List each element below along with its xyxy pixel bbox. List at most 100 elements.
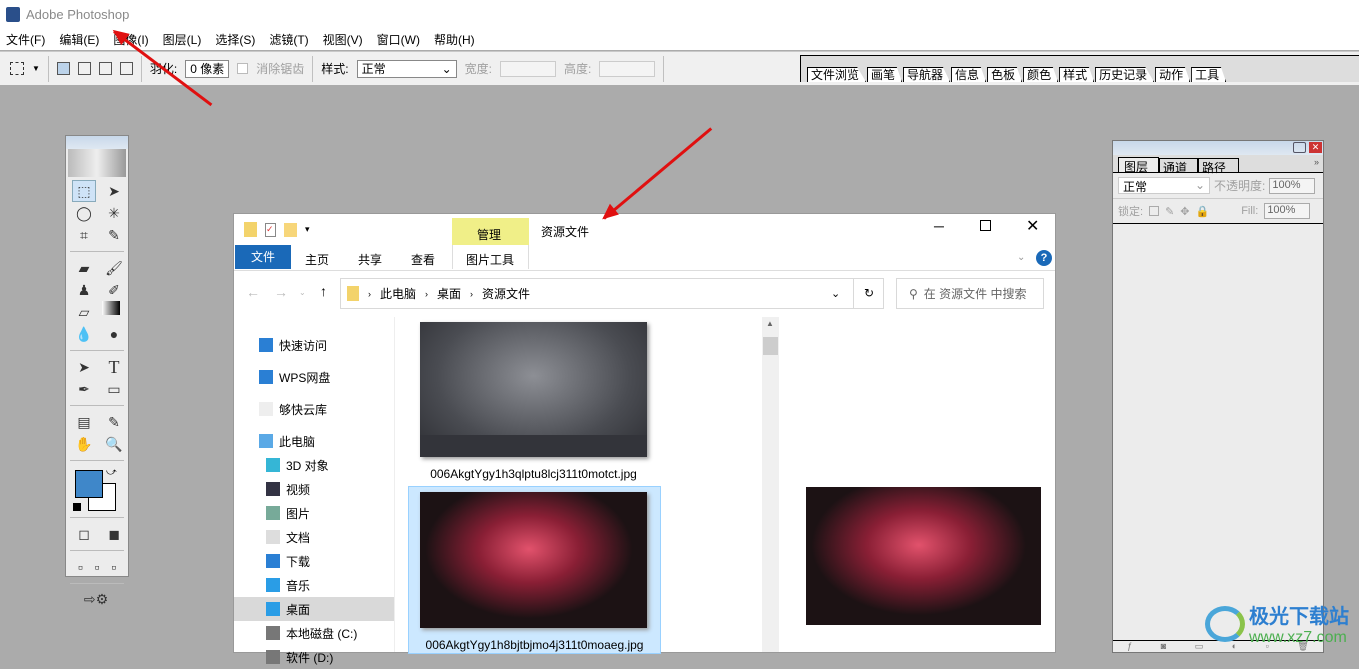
history-brush-icon[interactable]: ✐ [102, 279, 126, 301]
file-name[interactable]: 006AkgtYgy1h3qlptu8lcj311t0motct.jpg [420, 467, 647, 481]
feather-input[interactable]: 0 像素 [185, 59, 230, 78]
back-button[interactable]: ← [246, 284, 260, 300]
layer-style-icon[interactable]: ƒ [1127, 641, 1132, 652]
nav-item[interactable]: 软件 (D:) [234, 645, 394, 669]
type-tool-icon[interactable]: T [102, 356, 126, 378]
ribbon-tab-home[interactable]: 主页 [305, 251, 329, 268]
foreground-color-swatch[interactable] [75, 470, 103, 498]
quick-mask-icon[interactable]: ◼ [102, 523, 126, 545]
nav-item[interactable]: 视频 [234, 477, 394, 501]
selection-mode-add-icon[interactable] [77, 62, 91, 75]
minimize-button[interactable]: ─ [934, 218, 944, 234]
new-folder-icon[interactable] [284, 222, 297, 237]
well-tab-brushes[interactable]: 画笔 [867, 67, 903, 82]
selection-mode-intersect-icon[interactable] [119, 62, 133, 75]
slice-tool-icon[interactable]: ✎ [102, 224, 126, 246]
toolbox-titlebar[interactable] [66, 136, 128, 149]
well-tab-history[interactable]: 历史记录 [1095, 67, 1155, 82]
breadcrumb-this-pc[interactable]: 此电脑 [380, 285, 416, 302]
expand-ribbon-icon[interactable]: ⌄ [1017, 252, 1025, 263]
vertical-scrollbar[interactable]: ▲ [762, 317, 779, 652]
nav-item[interactable]: 够快云库 [234, 397, 394, 421]
well-tab-file-browser[interactable]: 文件浏览 [807, 67, 867, 82]
height-input[interactable] [599, 60, 656, 77]
menu-view[interactable]: 视图(V) [323, 31, 363, 48]
well-tab-color[interactable]: 颜色 [1023, 67, 1059, 82]
move-tool-icon[interactable]: ➤ [102, 180, 126, 202]
standard-mode-icon[interactable]: ◻ [72, 523, 96, 545]
menu-select[interactable]: 选择(S) [215, 31, 255, 48]
blend-mode-select[interactable]: 正常 ⌄ [1118, 177, 1210, 194]
menu-help[interactable]: 帮助(H) [434, 31, 475, 48]
clone-stamp-icon[interactable]: ♟ [72, 279, 96, 301]
marquee-tool-icon[interactable]: ⬚ [72, 180, 96, 202]
default-colors-icon[interactable] [73, 503, 81, 511]
fill-input[interactable]: 100% [1264, 203, 1311, 219]
opacity-input[interactable]: 100% [1269, 177, 1316, 194]
forward-button[interactable]: → [274, 284, 288, 300]
customize-dropdown-icon[interactable]: ▾ [305, 224, 310, 235]
screen-mode-full-icon[interactable]: ▫ [107, 556, 120, 578]
scroll-up-icon[interactable]: ▲ [766, 319, 774, 328]
lock-all-icon[interactable]: 🔒 [1196, 205, 1210, 218]
maximize-button[interactable] [980, 220, 991, 231]
brush-tool-icon[interactable]: 🖌 [102, 257, 126, 279]
image-thumbnail[interactable] [420, 492, 647, 628]
ribbon-tab-file[interactable]: 文件 [235, 245, 291, 269]
nav-item[interactable]: 图片 [234, 501, 394, 525]
palette-menu-icon[interactable]: » [1314, 157, 1319, 167]
nav-item[interactable]: 桌面 [234, 597, 394, 621]
collapse-palette-button[interactable] [1293, 142, 1306, 153]
eyedropper-icon[interactable]: ✎ [102, 411, 126, 433]
menu-filter[interactable]: 滤镜(T) [269, 31, 308, 48]
help-icon[interactable]: ? [1036, 250, 1052, 266]
refresh-button[interactable]: ↻ [853, 279, 884, 308]
tab-layers[interactable]: 图层 [1118, 157, 1160, 174]
width-input[interactable] [499, 60, 556, 77]
image-thumbnail[interactable] [420, 322, 647, 457]
address-dropdown-icon[interactable]: ⌄ [831, 287, 840, 300]
well-tab-styles[interactable]: 样式 [1059, 67, 1095, 82]
up-button[interactable]: ↑ [320, 283, 327, 299]
menu-layer[interactable]: 图层(L) [163, 31, 202, 48]
selection-mode-subtract-icon[interactable] [98, 62, 112, 75]
tab-paths[interactable]: 路径 [1198, 158, 1240, 175]
tab-channels[interactable]: 通道 [1159, 158, 1199, 175]
palette-titlebar[interactable]: ✕ [1113, 141, 1323, 155]
file-name[interactable]: 006AkgtYgy1h8bjtbjmo4j311t0moaeg.jpg [408, 638, 661, 652]
nav-item[interactable]: 本地磁盘 (C:) [234, 621, 394, 645]
properties-icon[interactable]: ✓ [265, 222, 276, 237]
ribbon-tab-view[interactable]: 查看 [411, 251, 435, 268]
swap-colors-icon[interactable]: ⤻ [106, 467, 117, 478]
notes-tool-icon[interactable]: ▤ [72, 411, 96, 433]
eraser-tool-icon[interactable]: ▱ [72, 301, 96, 323]
marquee-preset-icon[interactable] [10, 62, 24, 75]
new-set-icon[interactable]: ▭ [1195, 641, 1204, 652]
magic-wand-icon[interactable]: ✳ [102, 202, 126, 224]
dodge-tool-icon[interactable]: ● [102, 323, 126, 345]
shape-tool-icon[interactable]: ▭ [102, 378, 126, 400]
nav-item[interactable]: 3D 对象 [234, 453, 394, 477]
close-palette-button[interactable]: ✕ [1309, 142, 1322, 153]
nav-item[interactable]: 文档 [234, 525, 394, 549]
jump-to-imageready-icon[interactable]: ⇨⚙ [74, 588, 118, 610]
context-tab-manage[interactable]: 管理 [452, 218, 529, 245]
menu-file[interactable]: 文件(F) [6, 31, 45, 48]
nav-item[interactable]: 快速访问 [234, 333, 394, 357]
recent-locations-icon[interactable]: ⌄ [299, 288, 306, 297]
hand-tool-icon[interactable]: ✋ [72, 433, 96, 455]
blur-tool-icon[interactable]: 💧 [72, 323, 96, 345]
nav-item[interactable]: 音乐 [234, 573, 394, 597]
selection-mode-new-icon[interactable] [56, 62, 70, 75]
nav-item[interactable]: 此电脑 [234, 429, 394, 453]
zoom-tool-icon[interactable]: 🔍 [102, 433, 126, 455]
lock-transparency-icon[interactable] [1149, 206, 1160, 216]
screen-mode-standard-icon[interactable]: ▫ [74, 556, 87, 578]
style-select[interactable]: 正常 ⌄ [356, 59, 457, 78]
lock-position-icon[interactable]: ✥ [1180, 205, 1189, 218]
preset-dropdown-icon[interactable]: ▼ [32, 64, 40, 73]
scrollbar-thumb[interactable] [763, 337, 778, 355]
address-bar[interactable]: › 此电脑 › 桌面 › 资源文件 ⌄ ↻ [340, 278, 884, 309]
well-tab-info[interactable]: 信息 [951, 67, 987, 82]
lasso-tool-icon[interactable]: ◯ [72, 202, 96, 224]
